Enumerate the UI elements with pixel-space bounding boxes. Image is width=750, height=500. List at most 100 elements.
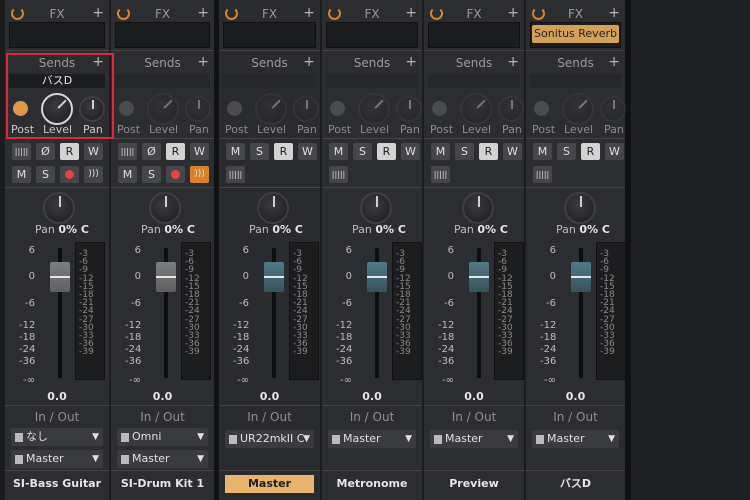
channel-name[interactable]: Master [225,475,314,493]
power-icon[interactable] [11,7,24,20]
record-button[interactable] [166,166,185,183]
read-button[interactable]: R [377,143,396,160]
output-dropdown[interactable]: Master ▼ [11,450,103,468]
volume-fader[interactable] [367,262,387,292]
volume-fader[interactable] [469,262,489,292]
write-button[interactable]: W [503,143,522,160]
monitor-button[interactable]: ||||| [118,143,137,160]
read-button[interactable]: R [479,143,498,160]
channel-name[interactable]: バスD [526,475,625,493]
channel-name[interactable]: Preview [424,475,524,493]
solo-button[interactable]: S [557,143,576,160]
volume-fader[interactable] [156,262,176,292]
post-toggle[interactable] [227,101,242,116]
mute-button[interactable]: M [533,143,552,160]
record-button[interactable] [60,166,79,183]
post-toggle[interactable] [330,101,345,116]
channel-name[interactable]: SI-Drum Kit 1 [111,475,214,493]
read-button[interactable]: R [274,143,293,160]
send-pan-knob[interactable] [600,96,626,122]
solo-button[interactable]: S [36,166,55,183]
monitor-button[interactable]: ||||| [431,166,450,183]
output-dropdown[interactable]: Master ▼ [430,430,518,448]
power-icon[interactable] [328,7,341,20]
pan-knob[interactable] [564,192,596,224]
add-send-button[interactable]: + [405,54,417,70]
read-button[interactable]: R [60,143,79,160]
send-pan-knob[interactable] [498,96,524,122]
solo-button[interactable]: S [250,143,269,160]
power-icon[interactable] [532,7,545,20]
monitor-button[interactable]: ||||| [12,143,31,160]
fx-insert-box[interactable] [115,22,210,48]
pan-knob[interactable] [462,192,494,224]
input-dropdown[interactable]: Omni ▼ [117,428,208,446]
phase-button[interactable]: Ø [36,143,55,160]
add-send-button[interactable]: + [197,54,209,70]
read-button[interactable]: R [581,143,600,160]
send-level-knob[interactable] [460,93,492,125]
volume-fader[interactable] [571,262,591,292]
add-fx-button[interactable]: + [197,5,209,21]
write-button[interactable]: W [401,143,420,160]
add-send-button[interactable]: + [303,54,315,70]
send-level-knob[interactable] [255,93,287,125]
output-dropdown[interactable]: Master ▼ [117,450,208,468]
send-pan-knob[interactable] [396,96,422,122]
pan-knob[interactable] [360,192,392,224]
read-button[interactable]: R [166,143,185,160]
phase-button[interactable]: Ø [142,143,161,160]
send-pan-knob[interactable] [293,96,319,122]
add-fx-button[interactable]: + [405,5,417,21]
fx-insert-box[interactable] [326,22,418,48]
power-icon[interactable] [117,7,130,20]
output-dropdown[interactable]: Master ▼ [532,430,619,448]
fx-insert-box[interactable] [9,22,105,48]
add-send-button[interactable]: + [608,54,620,70]
mute-button[interactable]: M [226,143,245,160]
fx-insert-box[interactable] [223,22,316,48]
add-fx-button[interactable]: + [507,5,519,21]
send-level-knob[interactable] [562,93,594,125]
volume-fader[interactable] [50,262,70,292]
monitor-button[interactable]: ||||| [329,166,348,183]
send-pan-knob[interactable] [185,96,211,122]
power-icon[interactable] [430,7,443,20]
pan-knob[interactable] [149,192,181,224]
pan-knob[interactable] [43,192,75,224]
post-toggle[interactable] [534,101,549,116]
post-toggle[interactable] [119,101,134,116]
mute-button[interactable]: M [431,143,450,160]
monitor-button[interactable]: ||||| [226,166,245,183]
add-send-button[interactable]: + [507,54,519,70]
solo-button[interactable]: S [455,143,474,160]
output-dropdown[interactable]: UR22mkII C ▼ [225,430,314,448]
input-monitor-button[interactable]: ))) [84,166,103,183]
channel-name[interactable]: Metronome [322,475,422,493]
channel-name[interactable]: SI-Bass Guitar [5,475,109,493]
write-button[interactable]: W [298,143,317,160]
pan-knob[interactable] [257,192,289,224]
mute-button[interactable]: M [118,166,137,183]
add-fx-button[interactable]: + [608,5,620,21]
post-toggle[interactable] [432,101,447,116]
write-button[interactable]: W [605,143,624,160]
volume-fader[interactable] [264,262,284,292]
add-fx-button[interactable]: + [92,5,104,21]
solo-button[interactable]: S [353,143,372,160]
monitor-button[interactable]: ||||| [533,166,552,183]
insert-sonitus-reverb[interactable]: Sonitus Reverb [532,25,619,43]
mute-button[interactable]: M [12,166,31,183]
solo-button[interactable]: S [142,166,161,183]
add-fx-button[interactable]: + [303,5,315,21]
output-dropdown[interactable]: Master ▼ [328,430,416,448]
input-dropdown[interactable]: なし ▼ [11,428,103,446]
mute-button[interactable]: M [329,143,348,160]
write-button[interactable]: W [190,143,209,160]
fx-insert-box[interactable] [428,22,520,48]
send-level-knob[interactable] [147,93,179,125]
send-level-knob[interactable] [358,93,390,125]
input-monitor-button[interactable]: ))) [190,166,209,183]
power-icon[interactable] [225,7,238,20]
write-button[interactable]: W [84,143,103,160]
